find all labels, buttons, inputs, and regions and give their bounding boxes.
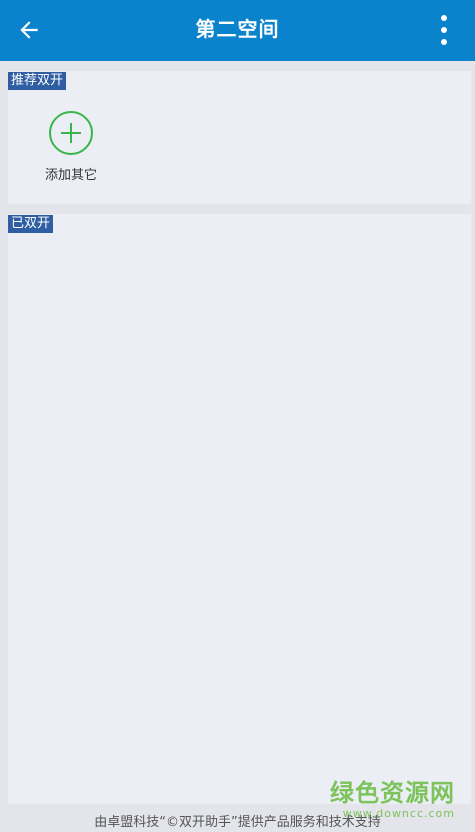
footer-credit: 由卓盟科技“©双开助手”提供产品服务和技术支持	[94, 815, 381, 830]
watermark-title: 绿色资源网	[330, 779, 455, 807]
add-other-label: 添加其它	[44, 168, 97, 183]
page-title: 第二空间	[195, 17, 280, 41]
recommend-section-label: 推荐双开	[8, 72, 67, 90]
app-header: 第二空间	[0, 0, 475, 61]
add-other-app-button[interactable]: 添加其它	[36, 111, 106, 183]
recommend-section: 推荐双开 添加其它	[8, 71, 471, 204]
plus-circle-icon	[49, 111, 93, 155]
dual-opened-section-label: 已双开	[8, 215, 54, 233]
more-vertical-icon	[441, 15, 447, 21]
more-options-button[interactable]	[427, 10, 461, 50]
dual-opened-section: 已双开	[8, 214, 471, 804]
